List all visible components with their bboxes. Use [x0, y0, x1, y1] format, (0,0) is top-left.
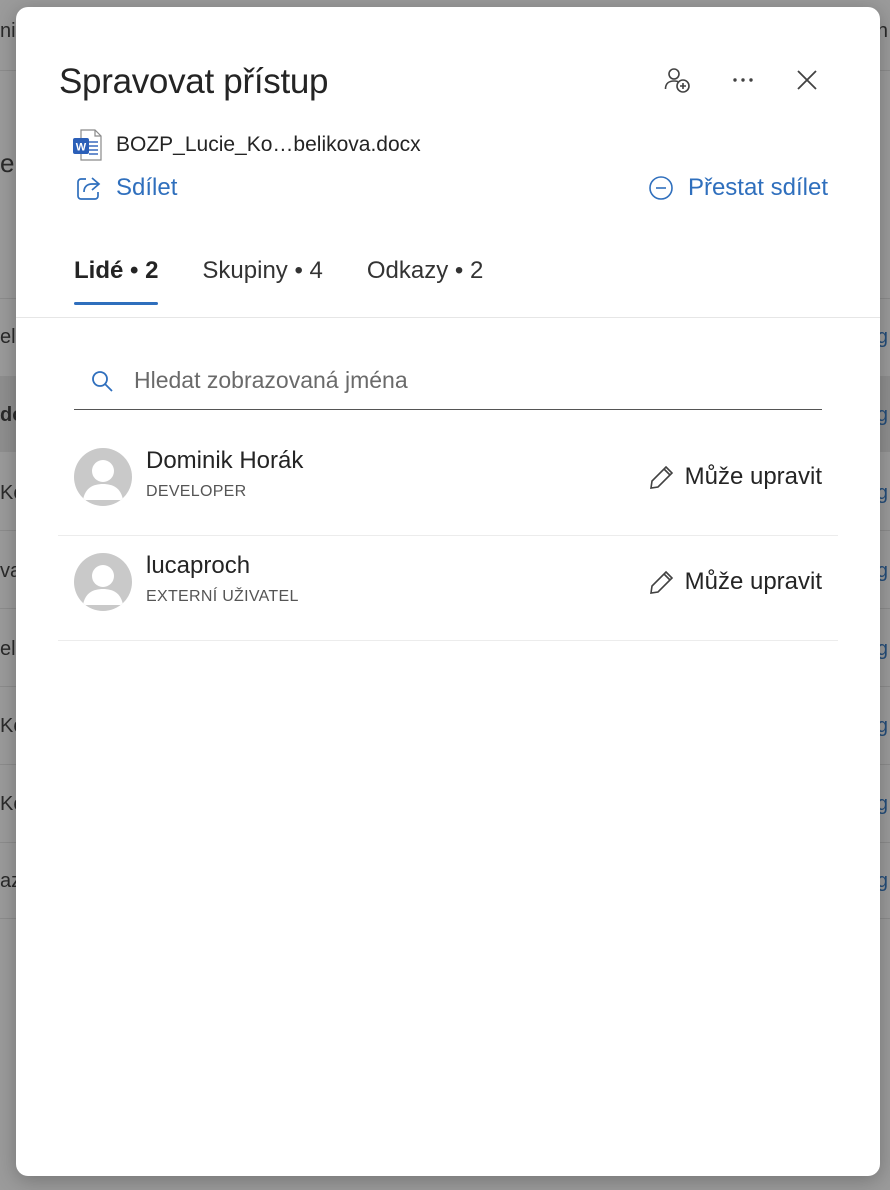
person-row[interactable]: Dominik Horák DEVELOPER Může upravit [58, 430, 838, 536]
person-name: lucaproch [146, 552, 251, 579]
permission-label: Může upravit [684, 463, 822, 490]
background-text: e [0, 148, 15, 178]
manage-access-dialog: Spravovat přístup W BOZP_Lucie_Ko…beliko… [16, 7, 880, 1176]
background-text: el [0, 638, 16, 660]
person-role: DEVELOPER [146, 483, 247, 500]
permission-dropdown[interactable]: Může upravit [649, 463, 822, 491]
close-icon [797, 70, 817, 90]
avatar [74, 448, 132, 506]
share-icon [77, 177, 101, 200]
avatar [74, 553, 132, 611]
person-placeholder-icon [83, 565, 123, 605]
search-icon [92, 370, 113, 392]
tab-links[interactable]: Odkazy • 2 [367, 257, 483, 305]
more-icon [733, 78, 753, 82]
word-icon-letter: W [76, 142, 87, 154]
person-row[interactable]: lucaproch EXTERNÍ UŽIVATEL Může upravit [58, 535, 838, 641]
file-info: W BOZP_Lucie_Ko…belikova.docx [72, 129, 421, 161]
tab-bar: Lidé • 2 Skupiny • 4 Odkazy • 2 [74, 257, 527, 305]
stop-sharing-label: Přestat sdílet [687, 174, 828, 201]
person-name: Dominik Horák [146, 447, 304, 474]
person-role: EXTERNÍ UŽIVATEL [146, 588, 299, 605]
tab-people[interactable]: Lidé • 2 [74, 257, 159, 305]
tabs-divider [16, 317, 880, 318]
pencil-icon [649, 570, 673, 594]
tab-groups[interactable]: Skupiny • 4 [202, 257, 322, 305]
search-box [74, 352, 822, 410]
pencil-icon [649, 465, 673, 489]
background-text: ni [0, 20, 16, 42]
add-person-icon [664, 68, 690, 93]
search-input[interactable] [132, 366, 786, 395]
stop-sharing-button[interactable]: Přestat sdílet [648, 174, 828, 202]
share-button[interactable]: Sdílet [76, 174, 177, 202]
share-label: Sdílet [116, 174, 178, 201]
permission-dropdown[interactable]: Může upravit [649, 568, 822, 596]
dialog-title: Spravovat přístup [59, 62, 329, 101]
file-name: BOZP_Lucie_Ko…belikova.docx [116, 133, 421, 156]
word-document-icon: W [73, 129, 102, 161]
person-placeholder-icon [83, 460, 123, 500]
add-person-button[interactable] [662, 65, 692, 95]
close-button[interactable] [792, 65, 822, 95]
permission-label: Může upravit [684, 568, 822, 595]
minus-circle-icon [649, 176, 673, 200]
more-options-button[interactable] [728, 65, 758, 95]
